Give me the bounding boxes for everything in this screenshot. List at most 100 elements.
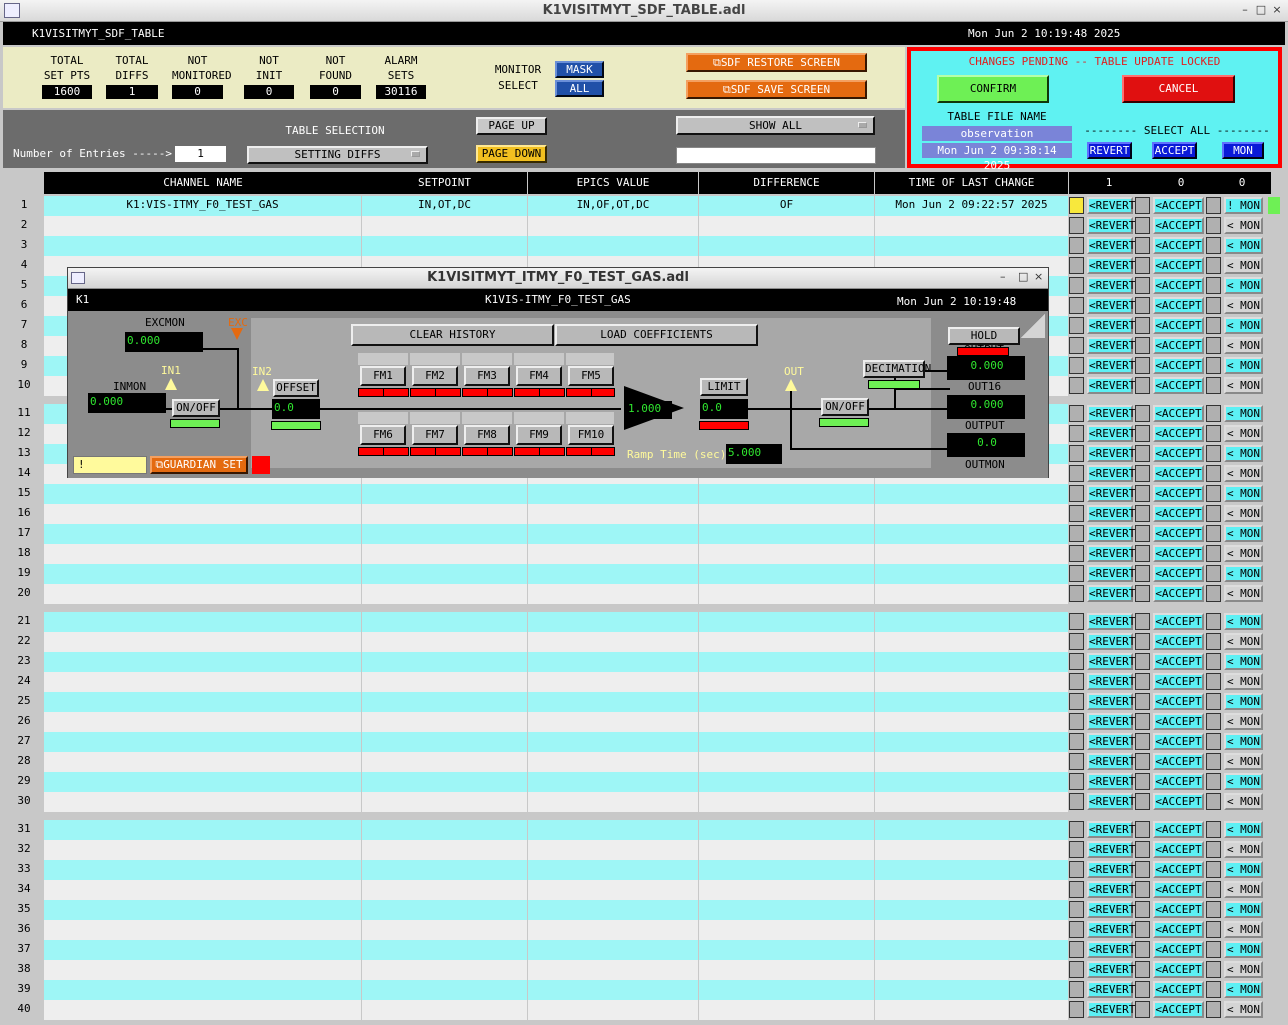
fm-button-1[interactable]: FM1 — [360, 366, 406, 386]
revert-all-button[interactable]: REVERT — [1087, 142, 1132, 159]
mon-button[interactable]: < MON — [1224, 941, 1263, 958]
accept-button[interactable]: <ACCEPT — [1153, 545, 1204, 562]
revert-checkbox[interactable] — [1069, 753, 1084, 770]
mon-checkbox[interactable] — [1206, 773, 1221, 790]
accept-button[interactable]: <ACCEPT — [1153, 733, 1204, 750]
revert-button[interactable]: <REVERT — [1087, 377, 1135, 394]
revert-checkbox[interactable] — [1069, 841, 1084, 858]
fm-button-2[interactable]: FM2 — [412, 366, 458, 386]
accept-checkbox[interactable] — [1135, 505, 1150, 522]
accept-checkbox[interactable] — [1135, 277, 1150, 294]
mon-button[interactable]: < MON — [1224, 693, 1263, 710]
mon-button[interactable]: < MON — [1224, 377, 1263, 394]
revert-checkbox[interactable] — [1069, 545, 1084, 562]
accept-checkbox[interactable] — [1135, 585, 1150, 602]
accept-checkbox[interactable] — [1135, 445, 1150, 462]
mask-button[interactable]: MASK — [555, 61, 604, 78]
ramp-time-value[interactable]: 5.000 — [726, 444, 782, 464]
mon-button[interactable]: < MON — [1224, 961, 1263, 978]
accept-button[interactable]: <ACCEPT — [1153, 425, 1204, 442]
mon-button[interactable]: < MON — [1224, 713, 1263, 730]
accept-button[interactable]: <ACCEPT — [1153, 317, 1204, 334]
accept-checkbox[interactable] — [1135, 525, 1150, 542]
revert-button[interactable]: <REVERT — [1087, 277, 1135, 294]
accept-checkbox[interactable] — [1135, 337, 1150, 354]
mon-checkbox[interactable] — [1206, 565, 1221, 582]
accept-button[interactable]: <ACCEPT — [1153, 961, 1204, 978]
revert-checkbox[interactable] — [1069, 941, 1084, 958]
mon-checkbox[interactable] — [1206, 585, 1221, 602]
revert-button[interactable]: <REVERT — [1087, 633, 1135, 650]
revert-button[interactable]: <REVERT — [1087, 613, 1135, 630]
revert-checkbox[interactable] — [1069, 237, 1084, 254]
accept-checkbox[interactable] — [1135, 673, 1150, 690]
accept-checkbox[interactable] — [1135, 713, 1150, 730]
mon-checkbox[interactable] — [1206, 277, 1221, 294]
mon-checkbox[interactable] — [1206, 941, 1221, 958]
accept-checkbox[interactable] — [1135, 217, 1150, 234]
revert-checkbox[interactable] — [1069, 733, 1084, 750]
mon-button[interactable]: < MON — [1224, 733, 1263, 750]
accept-button[interactable]: <ACCEPT — [1153, 445, 1204, 462]
fm-button-6[interactable]: FM6 — [360, 425, 406, 445]
revert-checkbox[interactable] — [1069, 653, 1084, 670]
accept-checkbox[interactable] — [1135, 693, 1150, 710]
mon-checkbox[interactable] — [1206, 921, 1221, 938]
accept-checkbox[interactable] — [1135, 881, 1150, 898]
accept-checkbox[interactable] — [1135, 773, 1150, 790]
accept-button[interactable]: <ACCEPT — [1153, 377, 1204, 394]
mon-button[interactable]: < MON — [1224, 445, 1263, 462]
search-input[interactable] — [676, 147, 876, 164]
accept-button[interactable]: <ACCEPT — [1153, 753, 1204, 770]
revert-button[interactable]: <REVERT — [1087, 1001, 1135, 1018]
mon-checkbox[interactable] — [1206, 445, 1221, 462]
mon-button[interactable]: < MON — [1224, 1001, 1263, 1018]
mon-checkbox[interactable] — [1206, 357, 1221, 374]
fm-button-8[interactable]: FM8 — [464, 425, 510, 445]
accept-checkbox[interactable] — [1135, 357, 1150, 374]
accept-button[interactable]: <ACCEPT — [1153, 673, 1204, 690]
revert-button[interactable]: <REVERT — [1087, 465, 1135, 482]
mon-all-button[interactable]: MON — [1222, 142, 1264, 159]
maximize-icon[interactable]: □ — [1018, 270, 1028, 283]
limit-value[interactable]: 0.0 — [700, 399, 748, 419]
revert-checkbox[interactable] — [1069, 961, 1084, 978]
accept-checkbox[interactable] — [1135, 961, 1150, 978]
accept-checkbox[interactable] — [1135, 753, 1150, 770]
accept-checkbox[interactable] — [1135, 377, 1150, 394]
revert-button[interactable]: <REVERT — [1087, 693, 1135, 710]
revert-button[interactable]: <REVERT — [1087, 545, 1135, 562]
revert-button[interactable]: <REVERT — [1087, 257, 1135, 274]
accept-checkbox[interactable] — [1135, 633, 1150, 650]
mon-button[interactable]: < MON — [1224, 861, 1263, 878]
revert-button[interactable]: <REVERT — [1087, 981, 1135, 998]
accept-button[interactable]: <ACCEPT — [1153, 565, 1204, 582]
accept-button[interactable]: <ACCEPT — [1153, 585, 1204, 602]
revert-button[interactable]: <REVERT — [1087, 237, 1135, 254]
mon-checkbox[interactable] — [1206, 317, 1221, 334]
all-button[interactable]: ALL — [555, 80, 604, 97]
maximize-icon[interactable]: □ — [1254, 3, 1268, 17]
revert-checkbox[interactable] — [1069, 693, 1084, 710]
revert-checkbox[interactable] — [1069, 525, 1084, 542]
accept-checkbox[interactable] — [1135, 941, 1150, 958]
accept-checkbox[interactable] — [1135, 921, 1150, 938]
revert-checkbox[interactable] — [1069, 881, 1084, 898]
accept-button[interactable]: <ACCEPT — [1153, 613, 1204, 630]
mon-checkbox[interactable] — [1206, 673, 1221, 690]
accept-checkbox[interactable] — [1135, 861, 1150, 878]
revert-checkbox[interactable] — [1069, 793, 1084, 810]
revert-checkbox[interactable] — [1069, 505, 1084, 522]
mon-button[interactable]: < MON — [1224, 753, 1263, 770]
mon-checkbox[interactable] — [1206, 377, 1221, 394]
accept-button[interactable]: <ACCEPT — [1153, 485, 1204, 502]
mon-checkbox[interactable] — [1206, 465, 1221, 482]
window-title-bar[interactable]: K1VISITMYT_SDF_TABLE.adl — [0, 0, 1288, 22]
page-down-button[interactable]: PAGE DOWN — [476, 145, 547, 163]
mon-checkbox[interactable] — [1206, 197, 1221, 214]
revert-button[interactable]: <REVERT — [1087, 753, 1135, 770]
accept-button[interactable]: <ACCEPT — [1153, 257, 1204, 274]
mon-checkbox[interactable] — [1206, 653, 1221, 670]
confirm-button[interactable]: CONFIRM — [937, 75, 1049, 103]
revert-button[interactable]: <REVERT — [1087, 921, 1135, 938]
